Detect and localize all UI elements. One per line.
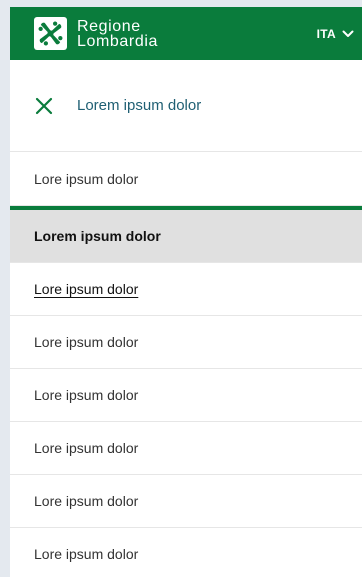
menu-item[interactable]: Lore ipsum dolor	[10, 152, 362, 206]
close-menu-button[interactable]: Lorem ipsum dolor	[10, 60, 362, 152]
brand-line-2: Lombardia	[77, 33, 159, 50]
menu-item-label: Lore ipsum dolor	[34, 334, 139, 350]
menu-item[interactable]: Lore ipsum dolor	[10, 528, 362, 577]
brand-name[interactable]: Regione Lombardia	[77, 18, 159, 50]
menu-item[interactable]: Lore ipsum dolor	[10, 369, 362, 422]
menu-item[interactable]: Lore ipsum dolor	[10, 422, 362, 475]
menu-item-label: Lore ipsum dolor	[34, 387, 139, 403]
site-header: Regione Lombardia ITA	[10, 7, 362, 60]
menu-item-focused[interactable]: Lore ipsum dolor	[10, 263, 362, 316]
menu-item-label: Lore ipsum dolor	[34, 493, 139, 509]
menu-item-label: Lore ipsum dolor	[34, 170, 139, 187]
mobile-menu-panel: Regione Lombardia ITA Lorem ipsum dolor …	[10, 7, 362, 577]
menu-item[interactable]: Lore ipsum dolor	[10, 316, 362, 369]
menu-item-label: Lore ipsum dolor	[34, 281, 139, 297]
language-selector[interactable]: ITA	[317, 7, 354, 60]
menu-item-label: Lorem ipsum dolor	[34, 228, 161, 244]
close-icon[interactable]	[35, 97, 53, 115]
menu-item[interactable]: Lore ipsum dolor	[10, 475, 362, 528]
language-label: ITA	[316, 26, 336, 41]
rosa-camuna-logo-icon[interactable]	[34, 17, 67, 50]
menu-item-label: Lore ipsum dolor	[34, 440, 139, 456]
menu-item-active[interactable]: Lorem ipsum dolor	[10, 210, 362, 263]
brand-line-1: Regione	[77, 18, 141, 35]
menu-item-label: Lore ipsum dolor	[34, 546, 139, 562]
chevron-down-icon	[342, 30, 354, 37]
close-menu-label: Lorem ipsum dolor	[77, 97, 202, 114]
